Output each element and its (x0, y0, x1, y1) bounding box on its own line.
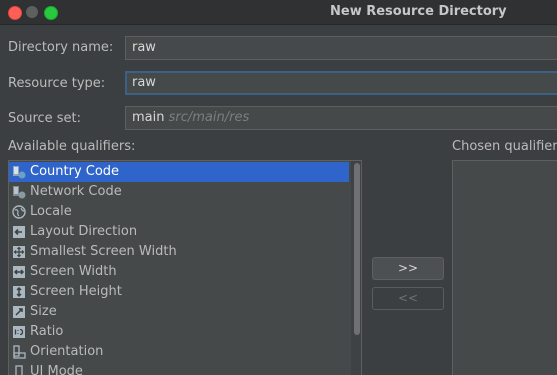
available-qualifiers-label: Available qualifiers: (8, 139, 136, 154)
available-qualifiers-list[interactable]: Country Code Network Code Locale Layout … (8, 160, 362, 375)
list-item-label: UI Mode (30, 364, 83, 375)
list-item-label: Screen Height (30, 284, 122, 299)
add-qualifier-button[interactable]: >> (372, 257, 444, 280)
title-bar: New Resource Directory (0, 0, 557, 25)
list-item-label: Orientation (30, 344, 104, 359)
list-item-label: Layout Direction (30, 224, 138, 239)
ui-mode-icon (15, 365, 23, 375)
source-set-value: main (132, 110, 169, 125)
globe-icon (12, 205, 26, 219)
qualifiers-scrollbar-thumb[interactable] (354, 163, 360, 335)
list-item-label: Locale (30, 204, 72, 219)
list-item-ui-mode[interactable]: UI Mode (9, 362, 349, 375)
chosen-qualifiers-list[interactable] (452, 160, 557, 375)
list-item-country-code[interactable]: Country Code (9, 162, 349, 182)
close-window-button[interactable] (8, 6, 22, 20)
screen-width-icon (13, 266, 25, 278)
size-icon (13, 306, 25, 318)
country-code-icon (13, 166, 26, 179)
network-code-icon (13, 186, 26, 199)
list-item-network-code[interactable]: Network Code (9, 182, 349, 202)
list-item-screen-height[interactable]: Screen Height (9, 282, 349, 302)
ratio-icon (13, 326, 25, 338)
remove-qualifier-button[interactable]: << (372, 287, 444, 310)
layout-direction-icon (13, 226, 25, 238)
list-item-screen-width[interactable]: Screen Width (9, 262, 349, 282)
new-resource-directory-dialog: New Resource Directory Directory name: r… (0, 0, 557, 375)
smallest-screen-width-icon (13, 246, 25, 258)
chosen-qualifiers-label: Chosen qualifiers: (452, 139, 557, 154)
resource-type-select[interactable]: raw (125, 71, 557, 95)
directory-name-label: Directory name: (8, 40, 114, 55)
list-item-label: Size (30, 304, 57, 319)
list-item-smallest-screen-width[interactable]: Smallest Screen Width (9, 242, 349, 262)
list-item-label: Network Code (30, 184, 122, 199)
list-item-locale[interactable]: Locale (9, 202, 349, 222)
window-title: New Resource Directory (330, 4, 507, 19)
list-item-orientation[interactable]: Orientation (9, 342, 349, 362)
screen-height-icon (13, 286, 25, 298)
minimize-window-button[interactable] (26, 6, 38, 18)
list-item-label: Ratio (30, 324, 64, 339)
list-item-ratio[interactable]: Ratio (9, 322, 349, 342)
directory-name-field[interactable]: raw (125, 36, 557, 60)
qualifiers-scrollbar[interactable] (351, 161, 361, 375)
directory-name-value: raw (132, 40, 156, 55)
source-set-path: src/main/res (168, 110, 250, 125)
resource-type-label: Resource type: (8, 76, 106, 91)
source-set-select[interactable]: main src/main/res (125, 106, 557, 130)
list-item-layout-direction[interactable]: Layout Direction (9, 222, 349, 242)
resource-type-value: raw (132, 75, 156, 90)
list-item-label: Smallest Screen Width (30, 244, 177, 259)
orientation-icon (13, 345, 26, 359)
list-item-size[interactable]: Size (9, 302, 349, 322)
maximize-window-button[interactable] (44, 6, 58, 20)
list-item-label: Country Code (30, 164, 120, 179)
source-set-label: Source set: (8, 111, 82, 126)
list-item-label: Screen Width (30, 264, 117, 279)
